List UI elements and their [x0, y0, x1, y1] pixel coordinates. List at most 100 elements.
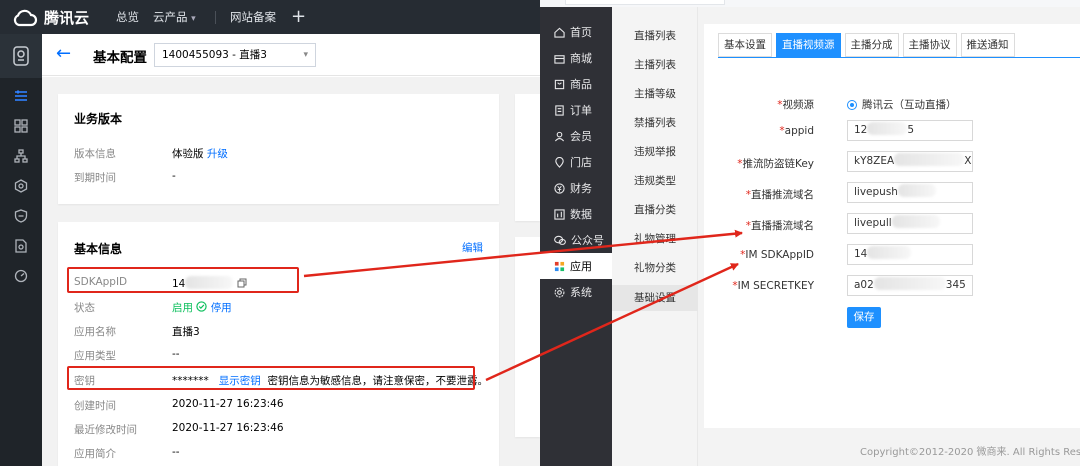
menu-official-account[interactable]: 公众号 — [540, 227, 612, 253]
appid-prefix: 12 — [854, 124, 868, 136]
im-secret-label: *IM SECRETKEY — [732, 280, 814, 292]
check-circle-icon — [196, 301, 208, 312]
version-text: 体验版 — [172, 148, 204, 160]
menu-data[interactable]: 数据 — [540, 201, 612, 227]
sidebar-item-structure[interactable] — [0, 141, 42, 171]
chevron-down-icon: ▾ — [303, 50, 308, 60]
home-icon — [554, 27, 565, 38]
menu-stores[interactable]: 门店 — [540, 149, 612, 175]
edit-link[interactable]: 编辑 — [462, 240, 483, 255]
nav-icp-filing[interactable]: 网站备案 — [230, 0, 276, 34]
nav-products[interactable]: 云产品 ▾ — [153, 0, 196, 34]
menu-system[interactable]: 系统 — [540, 279, 612, 305]
status-value: 启用 停用 — [172, 300, 232, 315]
menu-finance-label: 财务 — [570, 182, 592, 195]
product-home-button[interactable] — [0, 34, 42, 78]
order-icon — [555, 104, 564, 116]
screenshot-composite: 腾讯云 总览 云产品 ▾ 网站备案 + ← 基本配置 1400455093 - … — [0, 0, 1080, 466]
sidebar-item-documents[interactable] — [0, 231, 42, 261]
version-value: 体验版 升级 — [172, 146, 228, 161]
tab-push-notification[interactable]: 推送通知 — [960, 33, 1015, 57]
menu-mall[interactable]: 商城 — [540, 45, 612, 71]
menu-finance[interactable]: 财务 — [540, 175, 612, 201]
redacted-blur — [867, 122, 908, 135]
push-domain-value: livepush — [854, 186, 898, 198]
video-source-radio[interactable]: 腾讯云（互动直播） — [847, 97, 957, 112]
push-key-label: *推流防盗链Key — [737, 156, 814, 171]
sidebar-item-app-config[interactable] — [0, 81, 42, 111]
intro-label: 应用简介 — [74, 448, 116, 460]
im-secret-suffix: 345 — [945, 279, 966, 291]
menu-orders[interactable]: 订单 — [540, 97, 612, 123]
push-key-input[interactable]: kY8ZEA X — [847, 151, 973, 172]
sidebar-item-security[interactable] — [0, 201, 42, 231]
apptype-value: -- — [172, 348, 180, 360]
menu-apps[interactable]: 应用 — [540, 253, 612, 279]
tencent-cloud-logo[interactable]: 腾讯云 — [12, 7, 89, 28]
version-label: 版本信息 — [74, 148, 116, 160]
menu-goods[interactable]: 商品 — [540, 71, 612, 97]
video-source-option: 腾讯云（互动直播） — [862, 99, 957, 111]
admin-main-menu: 首页 商城 商品 订单 会员 门店 财务 数据 公众号 应用 系统 — [540, 7, 612, 466]
im-secret-prefix: a02 — [854, 279, 874, 291]
submenu-violation-types[interactable]: 违规类型 — [612, 168, 698, 194]
menu-members[interactable]: 会员 — [540, 123, 612, 149]
upgrade-link[interactable]: 升级 — [207, 148, 228, 160]
tab-anchor-agreement[interactable]: 主播协议 — [902, 33, 957, 57]
back-arrow-icon[interactable]: ← — [56, 45, 71, 63]
sidebar-item-dashboard[interactable] — [0, 111, 42, 141]
im-appid-label-text: IM SDKAppID — [745, 249, 814, 261]
submenu-gift-category[interactable]: 礼物分类 — [612, 255, 698, 281]
sidebar-item-monitor[interactable] — [0, 261, 42, 291]
modified-label: 最近修改时间 — [74, 424, 137, 436]
submenu-anchor-list[interactable]: 主播列表 — [612, 52, 698, 78]
tencent-cloud-topbar: 腾讯云 总览 云产品 ▾ 网站备案 + — [0, 0, 540, 34]
redacted-blur — [897, 184, 936, 197]
shield-icon — [14, 209, 28, 223]
tab-basic-settings[interactable]: 基本设置 — [718, 33, 772, 57]
app-selector-dropdown[interactable]: 1400455093 - 直播3 ▾ — [154, 43, 316, 67]
gauge-icon — [14, 269, 28, 283]
store-icon — [554, 54, 565, 64]
tab-live-video-source[interactable]: 直播视频源 — [776, 33, 841, 57]
submenu-basic-settings[interactable]: 基础设置 — [612, 285, 698, 311]
push-key-prefix: kY8ZEA — [854, 155, 895, 167]
appid-suffix: 5 — [907, 124, 915, 136]
pull-domain-label-text: 直播播流域名 — [751, 220, 814, 232]
tab-anchor-share[interactable]: 主播分成 — [844, 33, 899, 57]
nav-divider — [215, 11, 216, 24]
redacted-blur — [894, 153, 965, 166]
submenu-violation-reports[interactable]: 违规举报 — [612, 139, 698, 165]
video-source-label: *视频源 — [777, 97, 814, 112]
expire-value: - — [172, 170, 176, 182]
appid-input[interactable]: 12 5 — [847, 120, 973, 141]
pull-domain-input[interactable]: livepull — [847, 213, 973, 234]
save-button[interactable]: 保存 — [847, 307, 881, 328]
gear-icon — [554, 287, 565, 297]
push-domain-input[interactable]: livepush — [847, 182, 973, 203]
hexagon-gear-icon — [14, 179, 28, 193]
plus-icon[interactable]: + — [291, 0, 306, 34]
nav-overview[interactable]: 总览 — [116, 0, 139, 34]
location-pin-icon — [555, 156, 564, 168]
submenu-ban-list[interactable]: 禁播列表 — [612, 110, 698, 136]
im-secret-input[interactable]: a02 345 — [847, 275, 973, 296]
submenu-gift-manage[interactable]: 礼物管理 — [612, 226, 698, 252]
menu-home[interactable]: 首页 — [540, 19, 612, 45]
bar-chart-icon — [554, 208, 565, 220]
brand-name: 腾讯云 — [44, 9, 90, 27]
cloud-logo-icon — [13, 9, 38, 26]
page-header: ← 基本配置 1400455093 - 直播3 ▾ — [42, 34, 540, 76]
push-domain-label-text: 直播推流域名 — [751, 189, 814, 201]
disable-link[interactable]: 停用 — [211, 302, 232, 314]
side-card-partial-2 — [515, 237, 540, 437]
submenu-live-category[interactable]: 直播分类 — [612, 197, 698, 223]
menu-members-label: 会员 — [570, 130, 592, 143]
submenu-anchor-level[interactable]: 主播等级 — [612, 81, 698, 107]
submenu-live-list[interactable]: 直播列表 — [612, 23, 698, 49]
finance-icon — [554, 182, 565, 194]
im-appid-input[interactable]: 14 — [847, 244, 973, 265]
push-key-suffix: X — [964, 155, 972, 167]
sidebar-item-extensions[interactable] — [0, 171, 42, 201]
menu-stores-label: 门店 — [570, 156, 592, 169]
